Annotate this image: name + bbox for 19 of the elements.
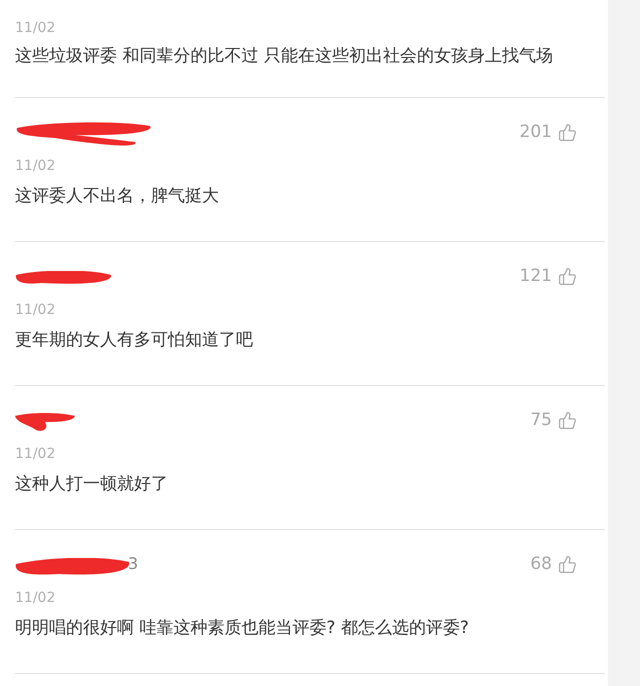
thumbs-up-icon[interactable]	[558, 266, 577, 286]
like-count: 75	[530, 410, 552, 430]
like-count: 68	[530, 554, 552, 574]
comment-text: 这种人打一顿就好了	[15, 473, 169, 496]
comment-date: 11/02	[15, 589, 56, 608]
comment-date: 11/02	[15, 301, 56, 320]
comment-text: 明明唱的很好啊 哇靠这种素质也能当评委? 都怎么选的评委?	[15, 617, 470, 640]
thumbs-up-icon[interactable]	[558, 122, 577, 142]
comment-date: 11/02	[15, 445, 56, 464]
comment-text: 这评委人不出名，脾气挺大	[15, 185, 220, 208]
comment-text: 这些垃圾评委 和同辈分的比不过 只能在这些初出社会的女孩身上找气场	[15, 45, 554, 68]
thumbs-up-icon[interactable]	[558, 554, 577, 574]
comment-date: 11/02	[15, 157, 56, 176]
username: 3	[128, 554, 138, 572]
comment-text: 更年期的女人有多可怕知道了吧	[15, 329, 254, 352]
like-count: 201	[520, 122, 552, 142]
like-count: 121	[520, 266, 552, 286]
thumbs-up-icon[interactable]	[558, 410, 577, 430]
comment-date: 11/02	[15, 19, 56, 38]
